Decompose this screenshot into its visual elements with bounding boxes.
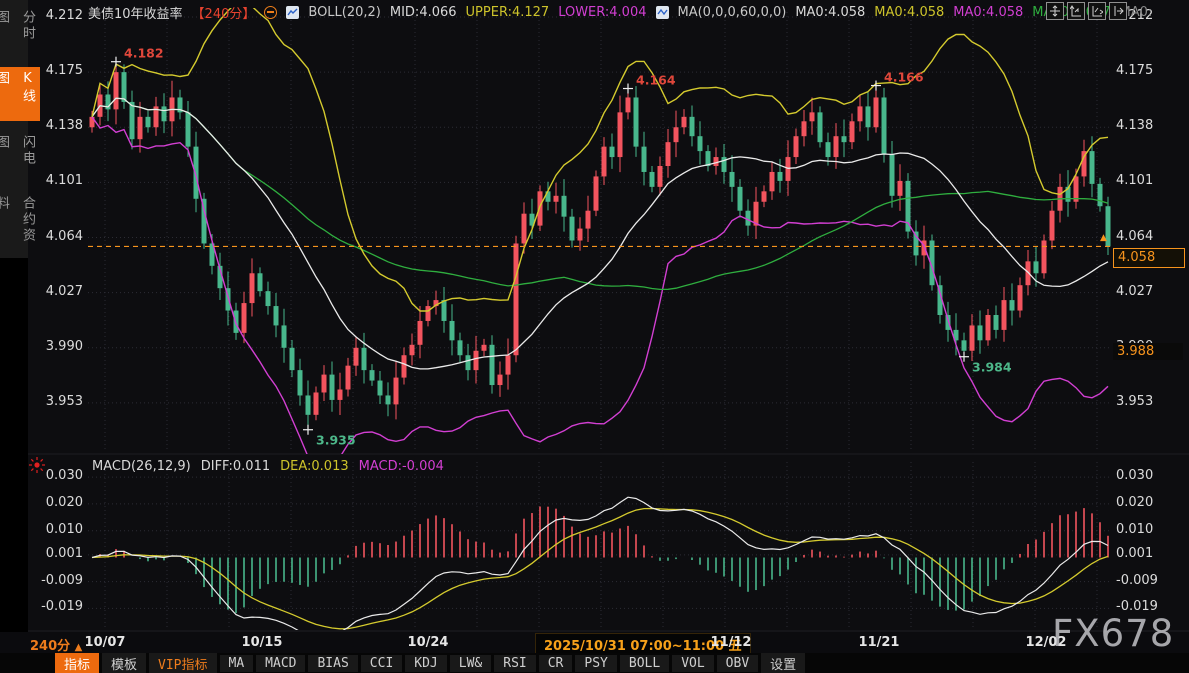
annotation-4.164: 4.164 xyxy=(636,73,676,88)
indicator-toolbar: 指标模板VIP指标MAMACDBIASCCIKDJLW&RSICRPSYBOLL… xyxy=(0,653,1189,673)
trading-app-window: 4.1824.1644.1663.9353.984 分时图K线图闪电图合约资料 … xyxy=(0,0,1189,673)
toolbar-button-CCI[interactable]: CCI xyxy=(361,655,402,672)
toolbar-button-BOLL[interactable]: BOLL xyxy=(620,655,669,672)
period-tag: 【240分】 xyxy=(192,3,256,22)
macd-name: MACD(26,12,9) xyxy=(92,459,191,474)
boll-lower-value: LOWER:4.004 xyxy=(558,5,646,20)
ma-value-0: MA0:4.058 xyxy=(795,5,865,20)
toolbar-button-设置[interactable]: 设置 xyxy=(761,653,805,673)
toolbar-button-模板[interactable]: 模板 xyxy=(102,653,146,673)
toolbar-button-MA[interactable]: MA xyxy=(220,655,254,672)
time-axis: 240分 ▲ 2025/10/31 07:00~11:00 五 10/0710/… xyxy=(0,632,1189,653)
boll-mid-value: MID:4.066 xyxy=(390,5,457,20)
annotation-4.182: 4.182 xyxy=(124,46,164,61)
indicator-starburst-icon[interactable] xyxy=(28,456,46,474)
boll-indicator-icon xyxy=(286,6,299,19)
toolbar-button-PSY[interactable]: PSY xyxy=(575,655,616,672)
toolbar-button-VOL[interactable]: VOL xyxy=(672,655,713,672)
toolbar-button-CR[interactable]: CR xyxy=(539,655,573,672)
boll-label: BOLL(20,2) xyxy=(308,5,381,20)
crosshair-move-icon[interactable] xyxy=(1046,2,1064,20)
chart-legend: 美债10年收益率 【240分】 BOLL(20,2) MID:4.066 UPP… xyxy=(88,3,1152,21)
macd-legend: MACD(26,12,9) DIFF:0.011 DEA:0.013 MACD:… xyxy=(92,459,444,474)
toolbar-button-KDJ[interactable]: KDJ xyxy=(405,655,446,672)
ma-label: MA(0,0,0,60,0,0) xyxy=(678,5,787,20)
ma-value-2: MA0:4.058 xyxy=(953,5,1023,20)
annotation-3.935: 3.935 xyxy=(316,433,356,448)
boll-upper-line xyxy=(92,2,1108,311)
ma-indicator-icon xyxy=(656,6,669,19)
boll-upper-value: UPPER:4.127 xyxy=(466,5,550,20)
symbol-title: 美债10年收益率 xyxy=(88,3,183,22)
date-tick-11/12: 11/12 xyxy=(696,635,766,650)
toolbar-button-RSI[interactable]: RSI xyxy=(494,655,535,672)
price-up-arrow-icon: ▲ xyxy=(1100,233,1107,243)
gridlines xyxy=(88,12,1110,628)
macd-value: MACD:-0.004 xyxy=(359,459,444,474)
chart-canvas[interactable]: 4.182 4.164 4.166 3.935 3.984 xyxy=(0,0,1189,673)
toolbar-button-OBV[interactable]: OBV xyxy=(717,655,758,672)
current-price-badge: 4.058 xyxy=(1113,248,1185,268)
annotation-4.166: 4.166 xyxy=(884,70,924,85)
date-tick-10/24: 10/24 xyxy=(393,635,463,650)
zoom-out-icon[interactable] xyxy=(264,6,277,19)
macd-diff-value: DIFF:0.011 xyxy=(201,459,270,474)
date-tick-10/07: 10/07 xyxy=(70,635,140,650)
date-tick-12/02: 12/02 xyxy=(1011,635,1081,650)
toolbar-button-MACD[interactable]: MACD xyxy=(256,655,305,672)
toolbar-button-BIAS[interactable]: BIAS xyxy=(308,655,357,672)
annotation-3.984: 3.984 xyxy=(972,360,1012,375)
macd-layer xyxy=(92,497,1108,636)
date-tick-10/15: 10/15 xyxy=(227,635,297,650)
toolbar-button-VIP指标[interactable]: VIP指标 xyxy=(149,653,216,673)
axis-scale-left-icon[interactable] xyxy=(1067,2,1085,20)
pane-expand-icon[interactable] xyxy=(1109,2,1127,20)
toolbar-button-LW&[interactable]: LW& xyxy=(450,655,491,672)
toolbar-button-指标[interactable]: 指标 xyxy=(55,653,99,673)
ma-value-1: MA0:4.058 xyxy=(874,5,944,20)
candles-layer xyxy=(90,62,1111,430)
date-tick-11/21: 11/21 xyxy=(844,635,914,650)
axis-scale-right-icon[interactable] xyxy=(1088,2,1106,20)
macd-dea-value: DEA:0.013 xyxy=(280,459,349,474)
secondary-price-badge: 3.988 xyxy=(1113,343,1183,360)
chart-layout-controls xyxy=(1046,2,1127,20)
